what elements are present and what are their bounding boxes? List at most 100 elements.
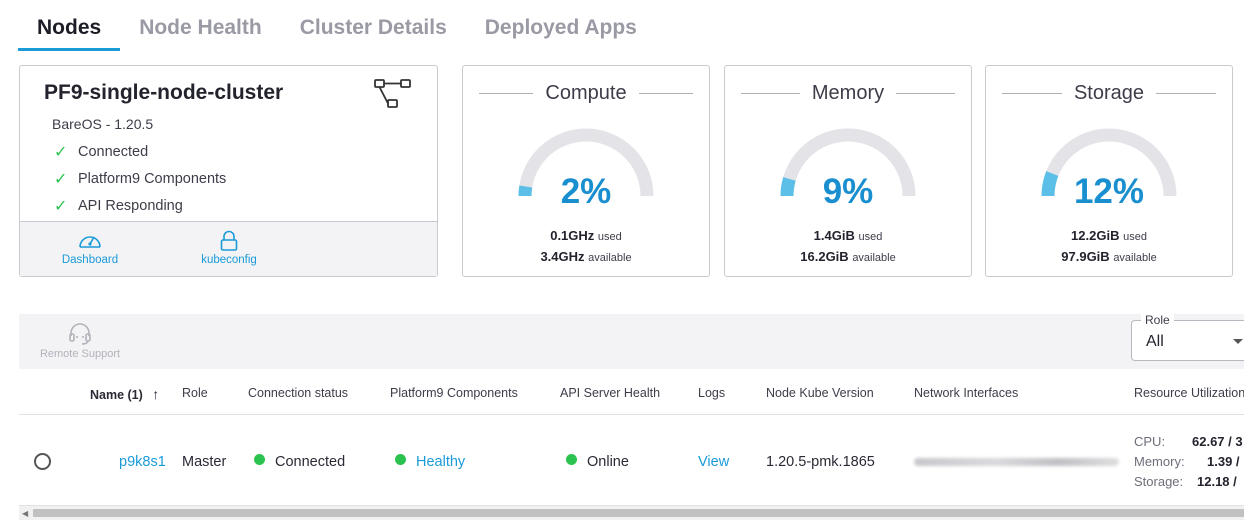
cluster-name: PF9-single-node-cluster <box>44 81 284 104</box>
role-filter-label: Role <box>1141 313 1174 327</box>
col-logs-header[interactable]: Logs <box>698 386 725 400</box>
gauge-title-row: Compute <box>479 82 693 105</box>
status-item: ✓ Connected <box>54 138 226 165</box>
col-network-header[interactable]: Network Interfaces <box>914 386 1018 400</box>
remote-support-label: Remote Support <box>39 348 121 360</box>
remote-support-button[interactable]: Remote Support <box>38 322 122 360</box>
scrollbar-thumb[interactable] <box>33 509 1244 517</box>
gauge-title-row: Storage <box>1002 82 1216 105</box>
tab-deployed-apps[interactable]: Deployed Apps <box>466 12 656 51</box>
tab-node-health[interactable]: Node Health <box>120 12 281 51</box>
storage-available-value: 97.9GiB <box>1061 249 1110 264</box>
used-label: used <box>597 231 622 243</box>
components-status: Healthy <box>395 454 465 470</box>
compute-percent: 2% <box>560 172 612 211</box>
status-dot-icon <box>395 454 406 465</box>
check-icon: ✓ <box>54 170 68 188</box>
cluster-os-version: BareOS - 1.20.5 <box>52 116 154 132</box>
scroll-left-icon[interactable]: ◀ <box>22 509 28 518</box>
col-name-label: Name (1) <box>90 388 143 402</box>
used-label: used <box>858 231 883 243</box>
col-resource-header[interactable]: Resource Utilization <box>1134 386 1244 400</box>
cluster-card-footer: Dashboard kubeconfig <box>20 221 437 276</box>
status-api-label: API Responding <box>78 197 183 214</box>
caret-down-icon <box>1233 339 1243 344</box>
dashboard-link[interactable]: Dashboard <box>50 230 130 266</box>
memory-utilization: Memory: 1.39 / <box>1134 452 1243 472</box>
status-item: ✓ Platform9 Components <box>54 165 226 192</box>
horizontal-scrollbar[interactable]: ◀ <box>19 506 1244 520</box>
cluster-topology-icon <box>374 79 411 108</box>
speedometer-icon <box>79 236 101 248</box>
table-header: Name (1) ↑ Role Connection status Platfo… <box>19 372 1244 415</box>
connection-status: Connected <box>254 454 345 470</box>
table-toolbar: Remote Support Role All <box>19 313 1244 369</box>
memory-available-value: 16.2GiB <box>800 249 849 264</box>
status-connected-label: Connected <box>78 143 149 160</box>
role-filter-value: All <box>1146 333 1164 350</box>
available-label: available <box>1113 252 1157 264</box>
storage-stats: 12.2GiB used 97.9GiB available <box>986 226 1232 268</box>
view-logs-link[interactable]: View <box>698 454 729 470</box>
row-select-radio[interactable] <box>34 453 51 470</box>
divider <box>1002 93 1062 94</box>
cpu-utilization: CPU: 62.67 / 3 <box>1134 432 1243 452</box>
memory-label: Memory: <box>1134 454 1185 469</box>
components-health-link[interactable]: Healthy <box>416 454 465 470</box>
node-name-link[interactable]: p9k8s1 <box>119 454 166 470</box>
divider <box>638 93 693 94</box>
used-label: used <box>1123 231 1147 243</box>
memory-used-value: 1.4GiB <box>813 228 855 243</box>
available-label: available <box>588 252 632 264</box>
kubeconfig-link-label: kubeconfig <box>201 254 257 266</box>
role-filter-select[interactable]: Role All <box>1131 313 1244 361</box>
col-components-header[interactable]: Platform9 Components <box>390 386 518 400</box>
available-label: available <box>852 252 896 264</box>
storage-label: Storage: <box>1134 474 1184 489</box>
nodes-page: Nodes Node Health Cluster Details Deploy… <box>0 0 1244 523</box>
status-components-label: Platform9 Components <box>78 170 227 187</box>
api-health-text: Online <box>587 454 629 470</box>
gauge-title: Memory <box>811 82 885 104</box>
lock-icon <box>220 230 238 251</box>
memory-stats: 1.4GiB used 16.2GiB available <box>725 226 971 268</box>
storage-utilization: Storage: 12.18 / <box>1134 472 1243 492</box>
cluster-card: PF9-single-node-cluster BareOS - 1.20.5 … <box>19 65 438 277</box>
table-row[interactable]: p9k8s1 Master Connected Healthy Online V… <box>19 416 1244 506</box>
cluster-status-list: ✓ Connected ✓ Platform9 Components ✓ API… <box>54 138 226 219</box>
col-api-health-header[interactable]: API Server Health <box>560 386 660 400</box>
resource-utilization: CPU: 62.67 / 3 Memory: 1.39 / Storage: 12.1… <box>1134 432 1243 492</box>
divider <box>896 93 956 94</box>
memory-gauge-card: Memory 9% 1.4GiB used 16.2GiB available <box>724 65 972 277</box>
kubeconfig-link[interactable]: kubeconfig <box>189 230 269 266</box>
col-name-header[interactable]: Name (1) ↑ <box>90 386 159 402</box>
network-interfaces-redacted <box>914 458 1119 466</box>
sort-arrow-up-icon: ↑ <box>152 386 160 402</box>
node-role: Master <box>182 454 227 470</box>
tab-nodes[interactable]: Nodes <box>18 12 121 51</box>
compute-stats: 0.1GHz used 3.4GHz available <box>463 226 709 268</box>
gauge-title: Compute <box>545 82 627 104</box>
storage-used-value: 12.2GiB <box>1071 228 1120 243</box>
status-item: ✓ API Responding <box>54 192 226 219</box>
gauge-title: Storage <box>1073 82 1145 104</box>
memory-percent: 9% <box>822 172 874 211</box>
node-kube-version: 1.20.5-pmk.1865 <box>766 454 875 470</box>
storage-value: 12.18 / <box>1197 474 1237 489</box>
dashboard-link-label: Dashboard <box>61 254 119 266</box>
api-health-status: Online <box>566 454 629 470</box>
check-icon: ✓ <box>54 197 68 215</box>
tab-cluster-details[interactable]: Cluster Details <box>281 12 466 51</box>
status-dot-icon <box>566 454 577 465</box>
divider <box>741 93 800 94</box>
memory-value: 1.39 / <box>1207 454 1240 469</box>
cpu-value: 62.67 / 3 <box>1192 434 1243 449</box>
gauge-title-row: Memory <box>741 82 956 105</box>
storage-percent: 12% <box>1073 172 1145 211</box>
col-kube-version-header[interactable]: Node Kube Version <box>766 386 874 400</box>
status-dot-icon <box>254 454 265 465</box>
connection-status-text: Connected <box>275 454 346 470</box>
col-role-header[interactable]: Role <box>182 386 208 400</box>
col-connection-header[interactable]: Connection status <box>248 386 348 400</box>
divider <box>1156 93 1216 94</box>
